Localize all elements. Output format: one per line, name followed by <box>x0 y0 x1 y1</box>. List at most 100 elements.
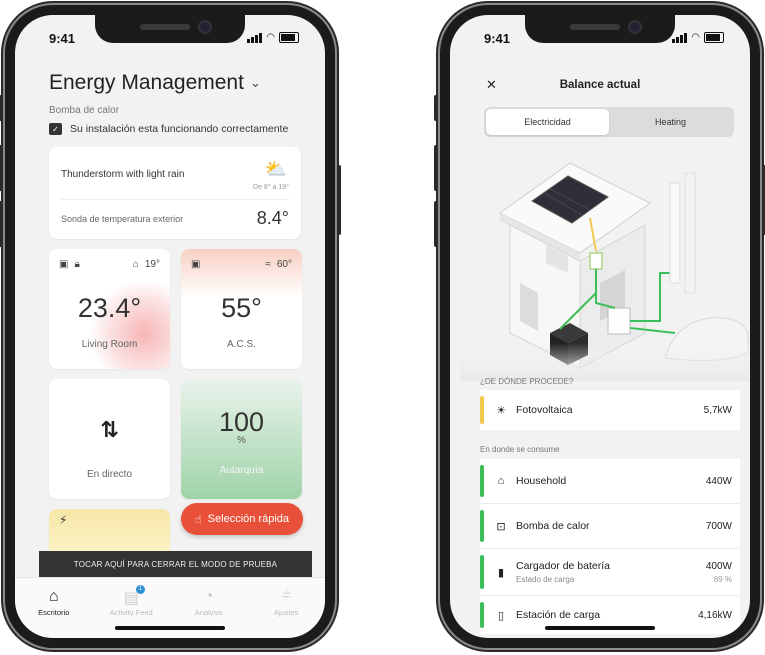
acs-label: A.C.S. <box>227 339 256 350</box>
weather-description: Thunderstorm with light rain <box>61 169 185 180</box>
acs-tile[interactable]: ▣ ≈60° 55° A.C.S. <box>181 249 302 369</box>
notification-badge: 1 <box>135 585 145 594</box>
row-value: 4,16kW <box>698 609 732 621</box>
sensor-value: 8.4° <box>256 208 289 228</box>
segment-heating[interactable]: Heating <box>609 109 732 135</box>
indoor-temp: 19° <box>144 259 160 270</box>
live-label: En directo <box>86 469 133 480</box>
row-value: 440W <box>705 475 732 487</box>
autarky-value: 100 <box>218 407 265 437</box>
battery-icon: ▮ <box>497 566 505 579</box>
signal-icon <box>247 33 263 43</box>
consumer-color-bar <box>480 510 484 542</box>
house-icon: ⌂ <box>497 475 505 487</box>
house-icon: ⌂ <box>132 259 139 270</box>
test-mode-banner[interactable]: TOCAR AQUÍ PARA CERRAR EL MODO DE PRUEBA <box>39 551 312 577</box>
consumer-row-battery[interactable]: ▮ Cargador de batería Estado de carga 40… <box>480 549 740 595</box>
row-label-main: Cargador de batería <box>516 560 610 572</box>
source-color-bar <box>480 396 484 424</box>
volume-up-button <box>434 145 438 191</box>
battery-icon <box>279 32 299 43</box>
sensor-label: Sonda de temperatura exterior <box>61 214 184 224</box>
lock-icon: 🔒︎ <box>74 259 80 270</box>
live-tile[interactable]: ⇅ En directo <box>49 379 170 499</box>
status-time: 9:41 <box>49 31 76 46</box>
row-sublabel: Estado de carga <box>516 575 575 584</box>
temperature-range: De 8° a 19° <box>253 184 289 191</box>
segment-control: Electricidad Heating <box>484 107 734 137</box>
tab-escritorio[interactable]: ⌂ Escritorio <box>15 578 93 638</box>
sun-icon: ☀︎ <box>496 404 506 417</box>
bolt-icon: ⚡︎ <box>59 513 68 527</box>
consume-section-title: En donde se consume <box>480 445 560 454</box>
status-message-text: Su instalación esta funcionando correcta… <box>70 123 289 135</box>
sliders-icon: ⫩ <box>281 588 291 605</box>
autarky-unit: % <box>237 435 246 446</box>
hand-pointer-icon: ☝︎ <box>194 513 202 526</box>
house-energy-illustration <box>460 162 750 381</box>
power-button <box>337 165 341 235</box>
row-label: Household <box>516 475 567 487</box>
autarky-label: Autarquía <box>219 465 264 476</box>
volume-down-button <box>0 201 3 247</box>
living-room-tile[interactable]: ▣ 🔒︎ ⌂ 19° 23.4° Living Room <box>49 249 170 369</box>
chevron-down-icon: ⌄ <box>249 75 261 90</box>
consumer-color-bar <box>480 555 484 589</box>
consumer-row-household[interactable]: ⌂ Household 440W <box>480 459 740 503</box>
home-indicator[interactable] <box>115 626 225 630</box>
consumer-row-heat-pump[interactable]: ⊡ Bomba de calor 700W <box>480 504 740 548</box>
row-value: 700W <box>705 520 732 532</box>
check-icon: ✓ <box>49 123 62 135</box>
battery-icon <box>704 32 724 43</box>
home-icon: ⌂ <box>48 588 59 605</box>
acs-setpoint: 60° <box>276 259 292 270</box>
acs-temp: 55° <box>221 293 262 323</box>
signal-icon <box>672 33 688 43</box>
page-title: Balance actual <box>559 79 641 91</box>
water-heat-icon: ≈ <box>265 259 271 270</box>
cloud-sun-rain-icon: ⛅ <box>264 159 287 179</box>
row-label: Estación de carga <box>516 609 601 621</box>
status-time: 9:41 <box>484 31 511 46</box>
weather-card[interactable]: Thunderstorm with light rain ⛅ De 8° a 1… <box>49 147 301 239</box>
charging-station-icon: ▯ <box>497 609 505 622</box>
living-room-label: Living Room <box>81 339 138 350</box>
row-subvalue: 89 % <box>713 574 732 584</box>
tab-label: Analysis <box>194 608 223 617</box>
home-indicator[interactable] <box>545 626 655 630</box>
volume-up-button <box>0 145 3 191</box>
row-value: 400W 89 % <box>706 561 732 584</box>
source-row-fotovoltaica[interactable]: ☀︎ Fotovoltaica 5,7kW <box>480 390 740 430</box>
heat-pump-icon: ⊡ <box>496 520 506 533</box>
app-screen: 9:41 ◠ ✕ Balance actual Electricidad Hea… <box>450 15 750 638</box>
device-subtitle: Bomba de calor <box>49 105 120 116</box>
phone-right: 9:41 ◠ ✕ Balance actual Electricidad Hea… <box>434 5 765 648</box>
warm-gradient <box>181 249 302 297</box>
tab-label: Ajustes <box>273 608 299 617</box>
mute-switch <box>434 95 438 121</box>
consumer-color-bar <box>480 465 484 497</box>
segment-electricidad[interactable]: Electricidad <box>486 109 609 135</box>
living-room-temp: 23.4° <box>77 293 142 323</box>
wifi-icon: ◠ <box>691 32 700 43</box>
row-label: Fotovoltaica <box>516 404 573 416</box>
page-title: Energy Management <box>49 71 244 94</box>
analysis-icon: ◔ <box>203 588 214 605</box>
app-title[interactable]: Energy Management ⌄ <box>49 71 261 95</box>
consumer-color-bar <box>480 602 484 628</box>
sync-icon: ⇅ <box>100 417 119 442</box>
tab-label: Activity Feed <box>109 608 153 617</box>
source-section-title: ¿DE DÓNDE PROCEDE? <box>480 377 574 386</box>
calendar-icon: ▣ <box>191 259 201 270</box>
phone-left: 9:41 ◠ Energy Management ⌄ Bomba de calo… <box>0 5 341 648</box>
autarky-tile[interactable]: 100 % Autarquía <box>181 379 302 499</box>
row-label: Bomba de calor <box>516 520 590 532</box>
divider <box>61 199 289 200</box>
notch <box>525 15 675 43</box>
row-label: Cargador de batería Estado de carga <box>516 560 706 584</box>
quick-select-button[interactable]: ☝︎ Selección rápida <box>181 503 303 535</box>
volume-down-button <box>434 201 438 247</box>
tab-label: Escritorio <box>38 608 70 617</box>
wifi-icon: ◠ <box>266 32 275 43</box>
tab-ajustes[interactable]: ⫩ Ajustes <box>248 578 326 638</box>
